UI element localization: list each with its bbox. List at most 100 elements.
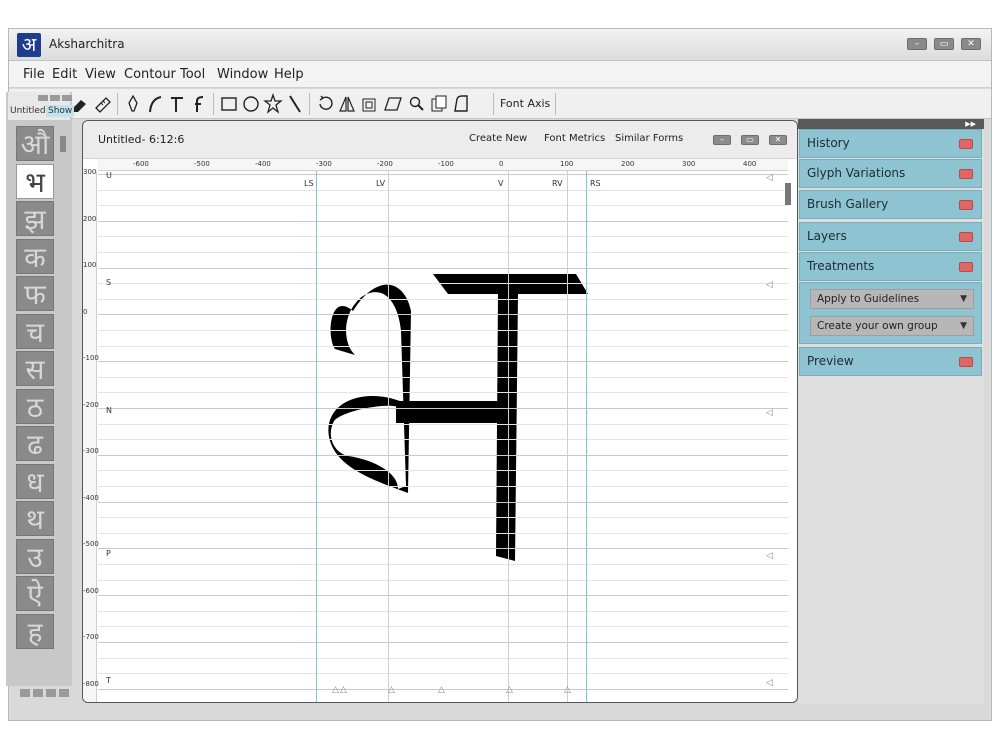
zoom-icon[interactable] [407,93,427,115]
mirror-icon[interactable] [337,93,357,115]
panel-minimize-icon[interactable] [38,95,48,101]
guide-handle-icon[interactable]: ◁ [766,280,773,290]
footer-icon-4[interactable] [59,689,69,697]
glyph-outline[interactable] [98,171,788,703]
minimize-button[interactable]: – [907,38,927,50]
panel-history-label: History [807,136,850,150]
glyph-cell[interactable]: ठ [16,388,54,424]
menu-contour[interactable]: Contour [124,67,176,82]
vertical-guide-line[interactable] [388,171,389,702]
canvas-maximize-button[interactable]: ▭ [741,135,759,145]
close-icon[interactable] [959,200,973,210]
canvas-scrollbar[interactable] [785,183,791,205]
maximize-button[interactable]: ▭ [934,38,954,50]
panel-close-icon[interactable] [62,95,72,101]
guide-handle-icon[interactable]: ◁ [766,173,773,183]
menu-view[interactable]: View [85,67,116,82]
guide-handle-icon[interactable]: ◁ [766,678,773,688]
guide-handle-icon[interactable]: △ [438,685,445,695]
glyph-cell[interactable]: ढ [16,426,54,461]
glyph-cell[interactable]: च [16,313,54,349]
vertical-guide-line[interactable] [567,171,568,702]
glyph-cell[interactable]: झ [16,201,54,236]
show-button[interactable]: Show [46,105,75,117]
ruler-tick-label: 400 [743,160,757,168]
glyph-cell[interactable]: ऐ [16,576,54,611]
grid-line [98,517,788,519]
pages-icon[interactable] [429,93,449,115]
guide-handle-icon[interactable]: △ [564,685,571,695]
font-axis-button[interactable]: Font Axis [500,97,550,110]
panel-expand-icon[interactable]: ▶▶ [798,119,984,129]
shape-icon[interactable] [451,93,471,115]
line-icon[interactable] [285,93,305,115]
rectangle-icon[interactable] [219,93,239,115]
grid-line [98,189,788,191]
canvas-minimize-button[interactable]: – [713,135,731,145]
scale-icon[interactable] [359,93,379,115]
menu-help[interactable]: Help [274,67,304,82]
ruler-icon[interactable] [93,93,113,115]
close-icon[interactable] [959,262,973,272]
vertical-guide-line[interactable] [508,171,509,702]
guide-handle-icon[interactable]: △ [506,685,513,695]
footer-icon-1[interactable] [20,689,30,697]
ruler-tick-label: 0 [83,307,88,316]
ruler-tick-label: -100 [438,160,454,168]
menu-tool[interactable]: Tool [180,67,205,82]
hook-icon[interactable] [189,93,209,115]
glyph-cell[interactable]: ध [16,463,54,499]
glyph-cell[interactable]: फ [16,276,54,311]
glyph-grid[interactable]: U ◁ S ◁ N ◁ P ◁ T ◁ LS LV V RV RS △ △ △ △ △ △ [98,171,788,703]
glyph-cell[interactable]: क [16,238,54,274]
app-logo: अ [17,33,41,57]
similar-forms-link[interactable]: Similar Forms [615,133,683,144]
panel-treatments[interactable]: Treatments [799,252,982,281]
curve-icon[interactable] [145,93,165,115]
create-new-link[interactable]: Create New [469,133,527,144]
menu-window[interactable]: Window [217,67,268,82]
apply-to-guidelines-select[interactable]: Apply to Guidelines ▼ [810,289,974,309]
panel-brush-gallery[interactable]: Brush Gallery [799,190,982,219]
skew-icon[interactable] [383,93,403,115]
close-icon[interactable] [959,169,973,179]
glyph-cell[interactable]: ह [16,613,54,649]
panel-preview[interactable]: Preview [799,347,982,376]
panel-layers[interactable]: Layers [799,222,982,251]
font-metrics-link[interactable]: Font Metrics [544,133,605,144]
glyph-cell[interactable]: भ [16,163,54,199]
star-icon[interactable] [263,92,283,115]
footer-icon-2[interactable] [33,689,43,697]
canvas-close-button[interactable]: ✕ [769,135,787,145]
glyph-cell[interactable]: स [16,351,54,386]
glyph-cell[interactable]: औ [16,126,54,161]
close-button[interactable]: ✕ [961,38,981,50]
close-icon[interactable] [959,357,973,367]
rotate-icon[interactable] [315,93,335,115]
t-junction-icon[interactable] [167,93,187,115]
footer-icon-3[interactable] [46,689,56,697]
glyph-cell[interactable]: थ [16,501,54,536]
guide-handle-icon[interactable]: ◁ [766,551,773,561]
menu-edit[interactable]: Edit [52,67,77,82]
ellipse-icon[interactable] [241,93,261,115]
guide-handle-icon[interactable]: △ [340,685,347,695]
close-icon[interactable] [959,139,973,149]
grid-line [98,283,788,285]
panel-history[interactable]: History [799,129,982,158]
guide-handle-icon[interactable]: △ [388,685,395,695]
horizontal-guide-label: T [106,676,111,685]
vertical-guide-line[interactable] [316,171,317,702]
glyph-list-scrollbar[interactable] [60,136,66,152]
create-group-select[interactable]: Create your own group ▼ [810,316,974,336]
menu-file[interactable]: File [23,67,45,82]
pen-nib-icon[interactable] [123,93,143,115]
guide-handle-icon[interactable]: △ [332,685,339,695]
close-icon[interactable] [959,232,973,242]
panel-glyph-variations[interactable]: Glyph Variations [799,159,982,188]
ruler-tick-label: -300 [316,160,332,168]
glyph-cell[interactable]: उ [16,538,54,574]
panel-restore-icon[interactable] [50,95,60,101]
guide-handle-icon[interactable]: ◁ [766,408,773,418]
vertical-guide-line[interactable] [586,171,587,702]
